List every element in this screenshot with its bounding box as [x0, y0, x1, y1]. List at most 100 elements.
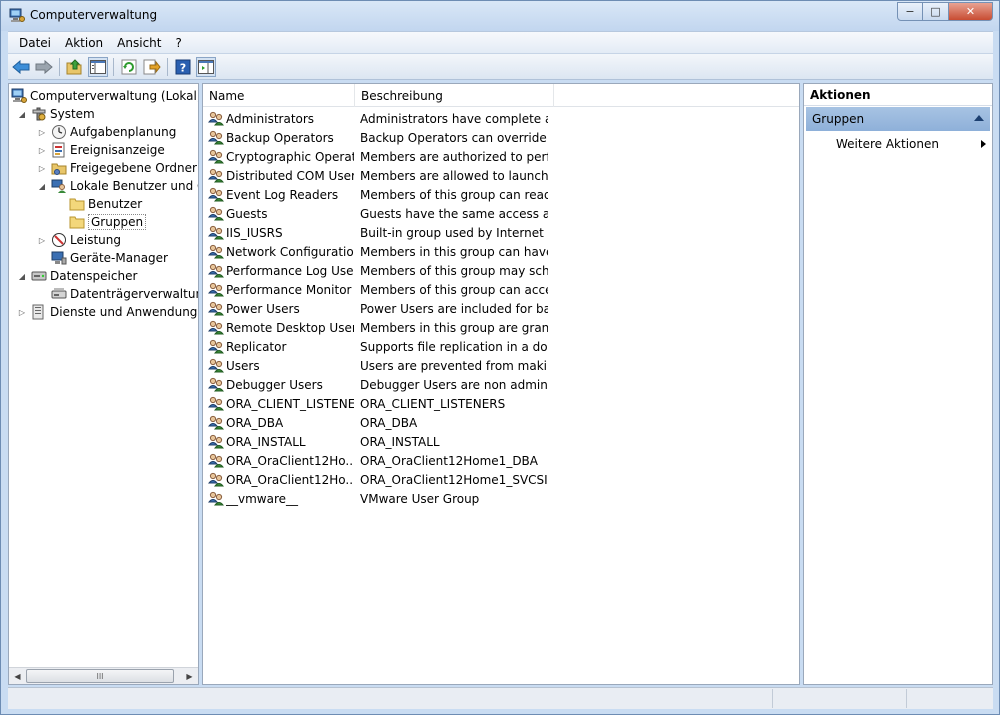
group-description: Members in this group are grante...: [360, 320, 548, 335]
tree-item-aufgabenplanung[interactable]: ▷ Aufgabenplanung: [37, 123, 176, 141]
group-name: Debugger Users: [226, 377, 323, 392]
tree-item-benutzer[interactable]: Benutzer: [69, 195, 142, 213]
expand-icon[interactable]: ▷: [37, 235, 47, 245]
title-bar[interactable]: Computerverwaltung − □ ✕: [1, 1, 999, 31]
tree-item-ereignisanzeige[interactable]: ▷ Ereignisanzeige: [37, 141, 165, 159]
clock-icon: [51, 124, 67, 140]
table-row[interactable]: Guests Guests have the same access as m..…: [203, 204, 799, 223]
table-row[interactable]: Administrators Administrators have comple…: [203, 109, 799, 128]
computer-management-icon: [9, 8, 25, 23]
expand-icon[interactable]: ▷: [37, 127, 47, 137]
export-icon: [143, 59, 161, 74]
table-row[interactable]: Users Users are prevented from making ...: [203, 356, 799, 375]
table-row[interactable]: Cryptographic Operat... Members are autho…: [203, 147, 799, 166]
scrollbar-thumb[interactable]: III: [26, 669, 174, 683]
menu-ansicht[interactable]: Ansicht: [110, 36, 168, 50]
tree-item-datenspeicher[interactable]: ◢ Datenspeicher: [17, 267, 137, 285]
menu-datei[interactable]: Datei: [12, 36, 58, 50]
disk-management-icon: [51, 286, 67, 302]
collapse-icon[interactable]: ◢: [37, 181, 47, 191]
group-icon: [207, 338, 225, 354]
menu-aktion[interactable]: Aktion: [58, 36, 110, 50]
weitere-aktionen-item[interactable]: Weitere Aktionen: [836, 135, 990, 153]
group-name: ORA_INSTALL: [226, 434, 306, 449]
table-row[interactable]: Network Configuratio... Members in this g…: [203, 242, 799, 261]
forward-button[interactable]: [34, 57, 54, 77]
table-row[interactable]: ORA_OraClient12Ho... ORA_OraClient12Home1…: [203, 451, 799, 470]
back-button[interactable]: [11, 57, 31, 77]
group-description: Members of this group may sche...: [360, 263, 548, 278]
scroll-left-button[interactable]: ◀: [9, 668, 26, 684]
group-name: Network Configuratio...: [226, 244, 354, 259]
collapse-icon[interactable]: ◢: [17, 271, 27, 281]
tree-item-datentraegerverwaltung[interactable]: Datenträgerverwaltung: [51, 285, 198, 303]
table-row[interactable]: Distributed COM Users Members are allowed…: [203, 166, 799, 185]
group-description: ORA_DBA: [360, 415, 418, 430]
tree-item-lokale-benutzer-und-gruppen[interactable]: ◢ Lokale Benutzer und Gruppen: [37, 177, 198, 195]
tree-horizontal-scrollbar[interactable]: ◀ III ▶: [9, 667, 198, 684]
expand-icon[interactable]: ▷: [37, 163, 47, 173]
table-row[interactable]: Event Log Readers Members of this group c…: [203, 185, 799, 204]
group-icon: [207, 471, 225, 487]
table-row[interactable]: Backup Operators Backup Operators can ove…: [203, 128, 799, 147]
group-description: ORA_CLIENT_LISTENERS: [360, 396, 506, 411]
refresh-button[interactable]: [119, 57, 139, 77]
tree-item-freigegebene-ordner[interactable]: ▷ Freigegebene Ordner: [37, 159, 197, 177]
group-icon: [207, 167, 225, 183]
expand-icon[interactable]: ▷: [37, 145, 47, 155]
group-name: Backup Operators: [226, 130, 334, 145]
group-description: ORA_OraClient12Home1_SVCSIDS: [360, 472, 548, 487]
group-icon: [207, 395, 225, 411]
collapse-triangle-icon[interactable]: [974, 115, 984, 121]
group-icon: [207, 357, 225, 373]
menu-help[interactable]: ?: [168, 36, 188, 50]
table-row[interactable]: ORA_INSTALL ORA_INSTALL: [203, 432, 799, 451]
column-header-name[interactable]: Name: [203, 84, 355, 107]
table-row[interactable]: Debugger Users Debugger Users are non adm…: [203, 375, 799, 394]
table-row[interactable]: Replicator Supports file replication in a…: [203, 337, 799, 356]
group-name: ORA_OraClient12Ho...: [226, 453, 354, 468]
up-level-button[interactable]: [65, 57, 85, 77]
status-cell: [906, 689, 993, 708]
group-description: VMware User Group: [360, 491, 480, 506]
actions-group-gruppen[interactable]: Gruppen: [806, 107, 990, 131]
svg-text:?: ?: [180, 61, 186, 74]
group-name: Performance Log Users: [226, 263, 354, 278]
group-name: ORA_DBA: [226, 415, 284, 430]
group-description: Built-in group used by Internet Inf...: [360, 225, 548, 240]
group-name: IIS_IUSRS: [226, 225, 283, 240]
minimize-button[interactable]: −: [897, 2, 923, 21]
table-row[interactable]: ORA_CLIENT_LISTENE... ORA_CLIENT_LISTENER…: [203, 394, 799, 413]
scroll-right-button[interactable]: ▶: [181, 668, 198, 684]
group-description: Backup Operators can override se...: [360, 130, 548, 145]
tree-item-geraete-manager[interactable]: Geräte-Manager: [51, 249, 168, 267]
table-row[interactable]: __vmware__ VMware User Group: [203, 489, 799, 508]
shared-folder-icon: [51, 160, 67, 176]
show-hide-actions-button[interactable]: [196, 56, 216, 77]
maximize-button[interactable]: □: [923, 2, 949, 21]
table-row[interactable]: Remote Desktop Users Members in this grou…: [203, 318, 799, 337]
table-row[interactable]: Power Users Power Users are included for …: [203, 299, 799, 318]
table-row[interactable]: Performance Monitor ... Members of this g…: [203, 280, 799, 299]
group-icon: [207, 319, 225, 335]
column-header-beschreibung[interactable]: Beschreibung: [355, 84, 554, 107]
actions-header: Aktionen: [804, 84, 992, 106]
actions-pane: Aktionen Gruppen Weitere Aktionen: [803, 83, 993, 685]
tree-item-gruppen[interactable]: Gruppen: [69, 213, 147, 231]
tree-item-dienste-und-anwendungen[interactable]: ▷ Dienste und Anwendungen: [17, 303, 198, 321]
tree-item-system[interactable]: ◢ System: [17, 105, 95, 123]
show-hide-tree-button[interactable]: [88, 56, 108, 77]
table-row[interactable]: Performance Log Users Members of this gro…: [203, 261, 799, 280]
table-row[interactable]: ORA_DBA ORA_DBA: [203, 413, 799, 432]
tree-item-leistung[interactable]: ▷ Leistung: [37, 231, 121, 249]
tree-item-computerverwaltung[interactable]: Computerverwaltung (Lokal): [11, 87, 198, 105]
expand-icon[interactable]: ▷: [17, 307, 27, 317]
close-button[interactable]: ✕: [949, 2, 993, 21]
groups-list[interactable]: Name Beschreibung Administrators Administ…: [202, 83, 800, 685]
table-row[interactable]: ORA_OraClient12Ho... ORA_OraClient12Home1…: [203, 470, 799, 489]
help-button[interactable]: ?: [173, 57, 193, 77]
export-list-button[interactable]: [142, 57, 162, 77]
console-tree[interactable]: Computerverwaltung (Lokal) ◢ System ▷ Au…: [8, 83, 199, 685]
collapse-icon[interactable]: ◢: [17, 109, 27, 119]
table-row[interactable]: IIS_IUSRS Built-in group used by Internet…: [203, 223, 799, 242]
